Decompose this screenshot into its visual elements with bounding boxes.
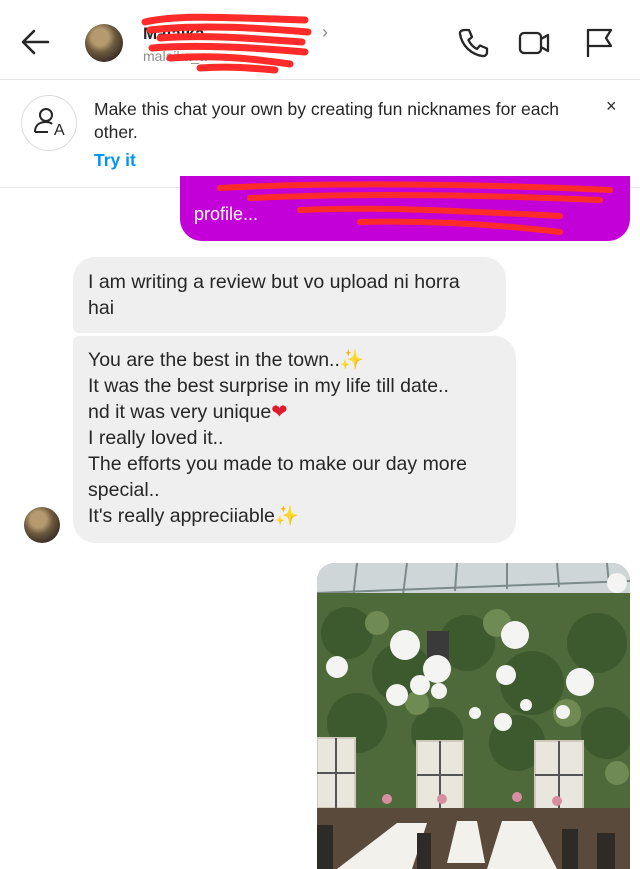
sender-avatar[interactable] <box>24 507 60 543</box>
nickname-icon: A <box>21 95 77 151</box>
message-line: It was the best surprise in my life till… <box>88 375 449 397</box>
back-arrow-icon[interactable] <box>18 26 54 58</box>
photo-message[interactable] <box>317 563 630 869</box>
redaction-scribble <box>217 181 613 235</box>
avatar[interactable] <box>85 24 123 62</box>
phone-icon[interactable] <box>456 26 490 60</box>
message-line: special.. <box>88 479 160 501</box>
message-line: hai <box>88 297 115 319</box>
message-line: I really loved it.. <box>88 427 224 449</box>
try-it-link[interactable]: Try it <box>94 150 136 171</box>
chat-header: Malaika › malaika_a <box>0 0 640 80</box>
sparkles-emoji: ✨ <box>339 349 365 371</box>
venue-photo <box>317 563 630 869</box>
flag-icon[interactable] <box>583 26 617 60</box>
nickname-glyph: A <box>54 122 65 139</box>
heart-emoji: ❤ <box>271 401 288 423</box>
video-icon[interactable] <box>517 26 551 60</box>
sent-message-bubble[interactable]: profile... <box>180 176 630 241</box>
message-line: I am writing a review but vo upload ni h… <box>88 271 460 293</box>
contact-username: malaika_a <box>143 48 207 64</box>
received-message-bubble[interactable]: I am writing a review but vo upload ni h… <box>73 257 506 333</box>
message-line: The efforts you made to make our day mor… <box>88 453 467 475</box>
chevron-right-icon[interactable]: › <box>322 22 328 43</box>
contact-name[interactable]: Malaika <box>143 24 204 44</box>
message-line: nd it was very unique❤ <box>88 401 288 423</box>
message-line: You are the best in the town..✨ <box>88 349 365 371</box>
message-line: It's really appreciiable✨ <box>88 505 300 527</box>
sparkles-emoji: ✨ <box>274 505 300 527</box>
banner-text: Make this chat your own by creating fun … <box>94 99 559 142</box>
received-message-bubble[interactable]: You are the best in the town..✨ It was t… <box>73 336 516 543</box>
close-banner-button[interactable]: × <box>606 96 617 117</box>
